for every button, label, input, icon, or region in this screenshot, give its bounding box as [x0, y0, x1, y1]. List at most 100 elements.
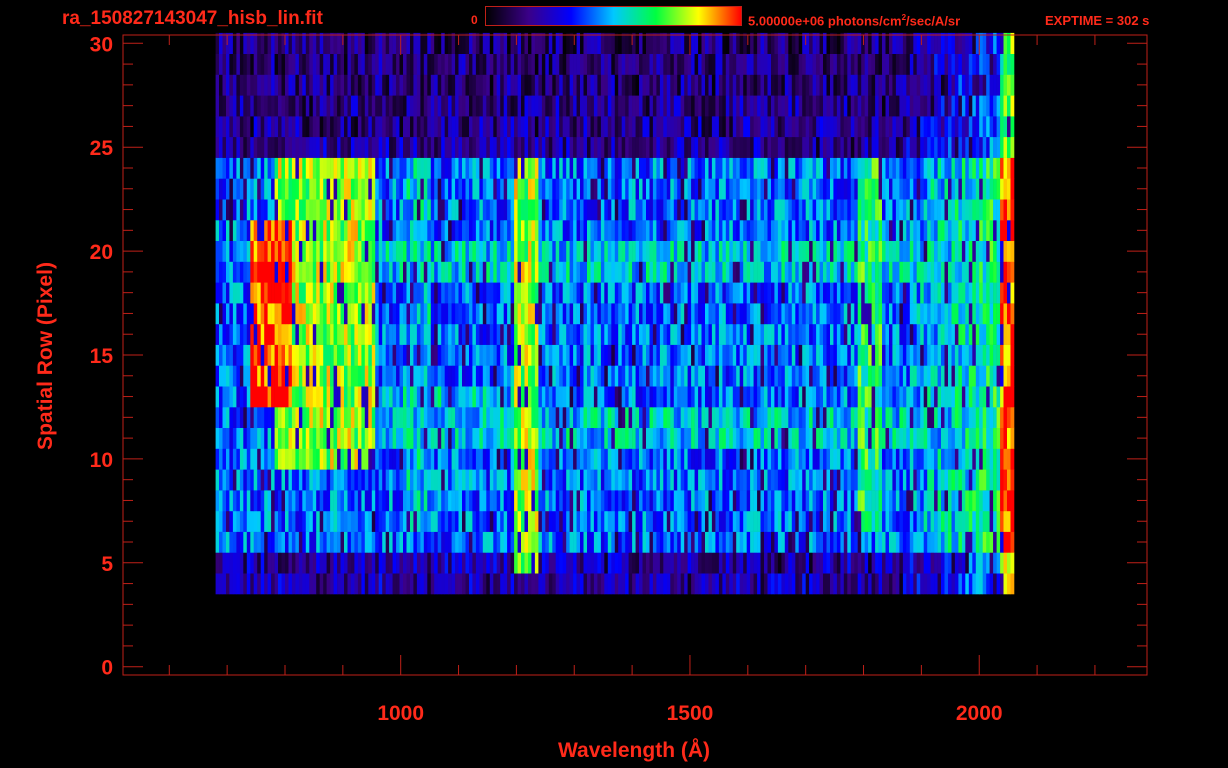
- heatmap-cell: [632, 178, 636, 200]
- heatmap-cell: [482, 344, 487, 366]
- heatmap-cell: [923, 510, 928, 532]
- heatmap-cell: [278, 573, 282, 595]
- heatmap-cell: [587, 490, 591, 512]
- heatmap-cell: [475, 157, 480, 179]
- heatmap-cell: [618, 552, 622, 574]
- heatmap-cell: [583, 157, 588, 179]
- heatmap-cell: [548, 552, 553, 574]
- heatmap-cell: [226, 490, 230, 512]
- heatmap-cell: [1000, 282, 1004, 304]
- heatmap-cell: [465, 323, 470, 345]
- heatmap-cell: [864, 490, 869, 512]
- heatmap-cell: [982, 261, 987, 283]
- heatmap-cell: [830, 531, 834, 553]
- heatmap-cell: [920, 552, 924, 574]
- heatmap-cell: [961, 261, 966, 283]
- heatmap-cell: [562, 386, 567, 408]
- heatmap-cell: [423, 510, 428, 532]
- heatmap-cell: [319, 573, 324, 595]
- heatmap-cell: [611, 406, 616, 428]
- heatmap-cell: [528, 136, 532, 158]
- heatmap-cell: [604, 573, 609, 595]
- heatmap-cell: [340, 469, 345, 491]
- heatmap-cell: [580, 573, 584, 595]
- heatmap-cell: [479, 219, 484, 241]
- heatmap-cell: [809, 552, 813, 574]
- heatmap-cell: [309, 448, 314, 470]
- heatmap-cell: [493, 510, 498, 532]
- heatmap-cell: [413, 510, 418, 532]
- heatmap-cell: [698, 199, 702, 221]
- heatmap-cell: [930, 573, 935, 595]
- heatmap-cell: [951, 386, 956, 408]
- heatmap-cell: [448, 386, 452, 408]
- heatmap-cell: [892, 448, 897, 470]
- heatmap-cell: [809, 573, 813, 595]
- heatmap-cell: [670, 427, 675, 449]
- heatmap-cell: [743, 219, 747, 241]
- heatmap-cell: [906, 386, 911, 408]
- heatmap-cell: [750, 469, 754, 491]
- heatmap-cell: [316, 261, 320, 283]
- heatmap-cell: [580, 219, 584, 241]
- heatmap-cell: [861, 448, 865, 470]
- heatmap-cell: [420, 365, 425, 387]
- heatmap-cell: [496, 427, 501, 449]
- heatmap-cell: [305, 448, 310, 470]
- heatmap-cell: [826, 157, 831, 179]
- heatmap-cell: [580, 406, 584, 428]
- heatmap-cell: [357, 199, 362, 221]
- heatmap-cell: [611, 199, 616, 221]
- heatmap-cell: [451, 303, 456, 325]
- heatmap-cell: [701, 365, 706, 387]
- heatmap-cell: [729, 323, 734, 345]
- heatmap-cell: [718, 386, 723, 408]
- heatmap-cell: [548, 199, 553, 221]
- heatmap-cell: [1003, 261, 1008, 283]
- heatmap-cell: [448, 365, 452, 387]
- heatmap-cell: [475, 552, 480, 574]
- heatmap-cell: [1010, 490, 1015, 512]
- heatmap-cell: [868, 386, 872, 408]
- heatmap-cell: [795, 219, 800, 241]
- heatmap-cell: [635, 386, 640, 408]
- heatmap-cell: [941, 282, 945, 304]
- heatmap-cell: [906, 199, 911, 221]
- heatmap-cell: [420, 261, 425, 283]
- heatmap-cell: [555, 510, 560, 532]
- heatmap-cell: [632, 323, 636, 345]
- heatmap-cell: [392, 240, 397, 262]
- heatmap-cell: [836, 448, 841, 470]
- heatmap-cell: [337, 303, 341, 325]
- heatmap-cell: [632, 157, 636, 179]
- heatmap-cell: [465, 240, 470, 262]
- heatmap-cell: [843, 157, 848, 179]
- heatmap-cell: [302, 469, 307, 491]
- heatmap-cell: [909, 282, 914, 304]
- heatmap-cell: [316, 282, 320, 304]
- heatmap-cell: [826, 490, 831, 512]
- heatmap-cell: [500, 157, 504, 179]
- heatmap-cell: [493, 344, 498, 366]
- heatmap-cell: [753, 344, 758, 366]
- heatmap-cell: [753, 240, 758, 262]
- heatmap-cell: [666, 303, 671, 325]
- heatmap-cell: [462, 323, 466, 345]
- heatmap-cell: [691, 157, 695, 179]
- heatmap-cell: [659, 157, 664, 179]
- heatmap-cell: [378, 344, 383, 366]
- heatmap-cell: [403, 448, 407, 470]
- heatmap-cell: [635, 573, 640, 595]
- heatmap-cell: [534, 282, 539, 304]
- heatmap-cell: [639, 552, 643, 574]
- heatmap-cell: [906, 552, 911, 574]
- heatmap-cell: [472, 573, 477, 595]
- heatmap-cell: [750, 427, 754, 449]
- heatmap-cell: [847, 406, 852, 428]
- heatmap-cell: [465, 573, 470, 595]
- heatmap-cell: [451, 427, 456, 449]
- heatmap-cell: [642, 282, 647, 304]
- heatmap-cell: [396, 490, 400, 512]
- heatmap-cell: [805, 323, 810, 345]
- heatmap-cell: [760, 427, 765, 449]
